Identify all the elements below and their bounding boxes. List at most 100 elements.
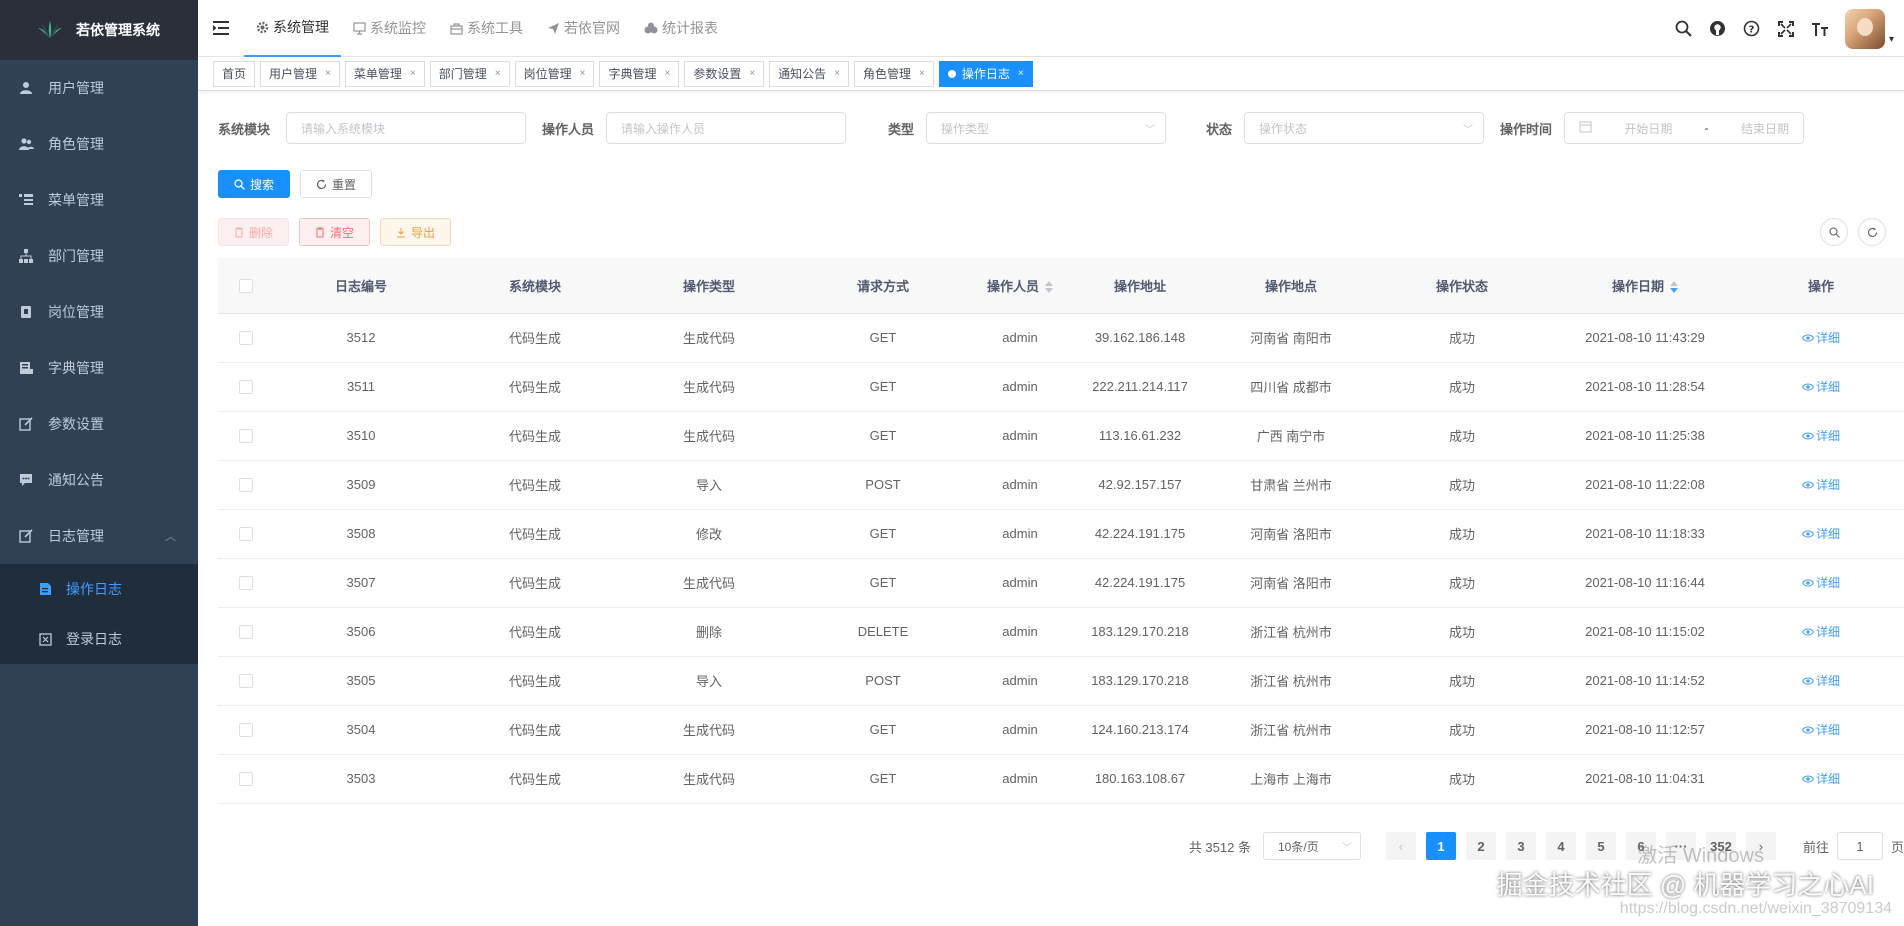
tag-5[interactable]: 字典管理 × — [599, 60, 680, 87]
refresh-button[interactable] — [1858, 218, 1886, 246]
col-oper-time[interactable]: 操作日期 — [1552, 258, 1738, 314]
page-button[interactable]: 4 — [1545, 832, 1576, 860]
date-range-picker[interactable]: 开始日期 - 结束日期 — [1564, 112, 1804, 144]
tag-1[interactable]: 用户管理 × — [260, 60, 340, 87]
cell-business-type: 修改 — [622, 509, 796, 559]
sidebar-item-3[interactable]: 部门管理 — [0, 228, 198, 284]
prev-page-button[interactable]: ‹ — [1385, 832, 1416, 860]
row-checkbox[interactable] — [218, 362, 274, 412]
topnav-item-1[interactable]: 系统监控 — [341, 0, 438, 57]
submenu-item-0[interactable]: 操作日志 — [0, 564, 198, 614]
topnav-item-4[interactable]: 统计报表 — [632, 0, 730, 57]
search-icon[interactable] — [1667, 20, 1701, 37]
operator-input[interactable]: 请输入操作人员 — [606, 112, 846, 144]
submenu-item-1[interactable]: 登录日志 — [0, 614, 198, 664]
cell-business-type: 生成代码 — [622, 313, 796, 363]
tag-4[interactable]: 岗位管理 × — [514, 60, 595, 87]
sidebar-item-1[interactable]: 角色管理 — [0, 116, 198, 172]
tag-9[interactable]: 操作日志 × — [938, 60, 1033, 87]
topnav-item-2[interactable]: 系统工具 — [438, 0, 535, 57]
detail-button[interactable]: 详细 — [1801, 329, 1840, 346]
detail-button[interactable]: 详细 — [1801, 623, 1840, 640]
detail-button[interactable]: 详细 — [1801, 525, 1840, 542]
tag-7[interactable]: 通知公告 × — [769, 60, 850, 87]
cell-request-method: GET — [796, 313, 970, 363]
caret-down-icon[interactable]: ▾ — [1889, 34, 1894, 45]
type-select[interactable]: 操作类型 ﹀ — [926, 112, 1166, 144]
sidebar-item-2[interactable]: 菜单管理 — [0, 172, 198, 228]
detail-button[interactable]: 详细 — [1801, 770, 1840, 787]
col-status: 操作状态 — [1372, 258, 1552, 314]
eye-icon — [1801, 432, 1814, 440]
clear-button[interactable]: 清空 — [299, 218, 371, 246]
sort-icon[interactable] — [1045, 281, 1053, 294]
font-size-icon[interactable] — [1803, 21, 1837, 37]
detail-button[interactable]: 详细 — [1801, 476, 1840, 493]
sidebar-item-4[interactable]: 岗位管理 — [0, 284, 198, 340]
close-icon[interactable]: × — [580, 62, 586, 86]
tag-6[interactable]: 参数设置 × — [684, 60, 765, 87]
sidebar-item-6[interactable]: 参数设置 — [0, 396, 198, 452]
goto-page-input[interactable]: 1 — [1836, 832, 1883, 860]
col-operator[interactable]: 操作人员 — [970, 258, 1070, 314]
row-checkbox[interactable] — [218, 558, 274, 608]
topnav-item-3[interactable]: 若依官网 — [535, 0, 632, 57]
sort-icon[interactable] — [1670, 281, 1678, 294]
status-select[interactable]: 操作状态 ﹀ — [1244, 112, 1484, 144]
close-icon[interactable]: × — [495, 62, 501, 86]
row-checkbox[interactable] — [218, 607, 274, 657]
close-icon[interactable]: × — [834, 62, 840, 86]
detail-button[interactable]: 详细 — [1801, 672, 1840, 689]
detail-button[interactable]: 详细 — [1801, 378, 1840, 395]
row-checkbox[interactable] — [218, 411, 274, 461]
close-icon[interactable]: × — [919, 62, 925, 86]
github-icon[interactable] — [1701, 20, 1735, 37]
question-icon[interactable]: ? — [1735, 20, 1769, 37]
row-checkbox[interactable] — [218, 705, 274, 755]
reset-button[interactable]: 重置 — [300, 170, 373, 198]
sidebar-item-8[interactable]: 日志管理 ︿ — [0, 508, 198, 564]
sidebar-item-0[interactable]: 用户管理 — [0, 60, 198, 116]
cell-log-id: 3506 — [274, 607, 448, 657]
close-icon[interactable]: × — [749, 62, 755, 86]
detail-button[interactable]: 详细 — [1801, 427, 1840, 444]
row-checkbox[interactable] — [218, 460, 274, 510]
search-button[interactable]: 搜索 — [218, 170, 291, 198]
delete-button[interactable]: 删除 — [218, 218, 290, 246]
page-button[interactable]: 5 — [1585, 832, 1616, 860]
cell-operator: admin — [970, 411, 1070, 461]
start-date-input[interactable]: 开始日期 — [1624, 120, 1672, 137]
page-button[interactable]: 3 — [1505, 832, 1536, 860]
row-checkbox[interactable] — [218, 754, 274, 804]
select-all-checkbox[interactable] — [218, 258, 274, 314]
tag-0[interactable]: 首页 — [213, 60, 256, 87]
close-icon[interactable]: × — [325, 62, 331, 86]
sidebar-logo[interactable]: 若依管理系统 — [0, 0, 198, 60]
export-button[interactable]: 导出 — [380, 218, 452, 246]
row-checkbox[interactable] — [218, 656, 274, 706]
fullscreen-icon[interactable] — [1769, 20, 1803, 37]
detail-button[interactable]: 详细 — [1801, 574, 1840, 591]
page-size-select[interactable]: 10条/页 ﹀ — [1262, 832, 1361, 860]
module-input[interactable]: 请输入系统模块 — [286, 112, 526, 144]
gear-icon — [256, 21, 269, 34]
end-date-input[interactable]: 结束日期 — [1741, 120, 1789, 137]
close-icon[interactable]: × — [410, 62, 416, 86]
row-checkbox[interactable] — [218, 509, 274, 559]
close-icon[interactable]: × — [664, 62, 670, 86]
page-button[interactable]: 2 — [1465, 832, 1496, 860]
avatar[interactable] — [1844, 8, 1885, 49]
row-checkbox[interactable] — [218, 313, 274, 363]
toggle-search-button[interactable] — [1820, 218, 1848, 246]
cell-action: 详细 — [1738, 607, 1904, 657]
tag-2[interactable]: 菜单管理 × — [344, 60, 425, 87]
sidebar-item-5[interactable]: 字典管理 — [0, 340, 198, 396]
close-icon[interactable]: × — [1018, 62, 1024, 86]
tag-8[interactable]: 角色管理 × — [854, 60, 934, 87]
hamburger-button[interactable] — [198, 0, 244, 57]
topnav-item-0[interactable]: 系统管理 — [244, 0, 341, 57]
sidebar-item-7[interactable]: 通知公告 — [0, 452, 198, 508]
detail-button[interactable]: 详细 — [1801, 721, 1840, 738]
page-button[interactable]: 1 — [1425, 832, 1456, 860]
tag-3[interactable]: 部门管理 × — [429, 60, 510, 87]
